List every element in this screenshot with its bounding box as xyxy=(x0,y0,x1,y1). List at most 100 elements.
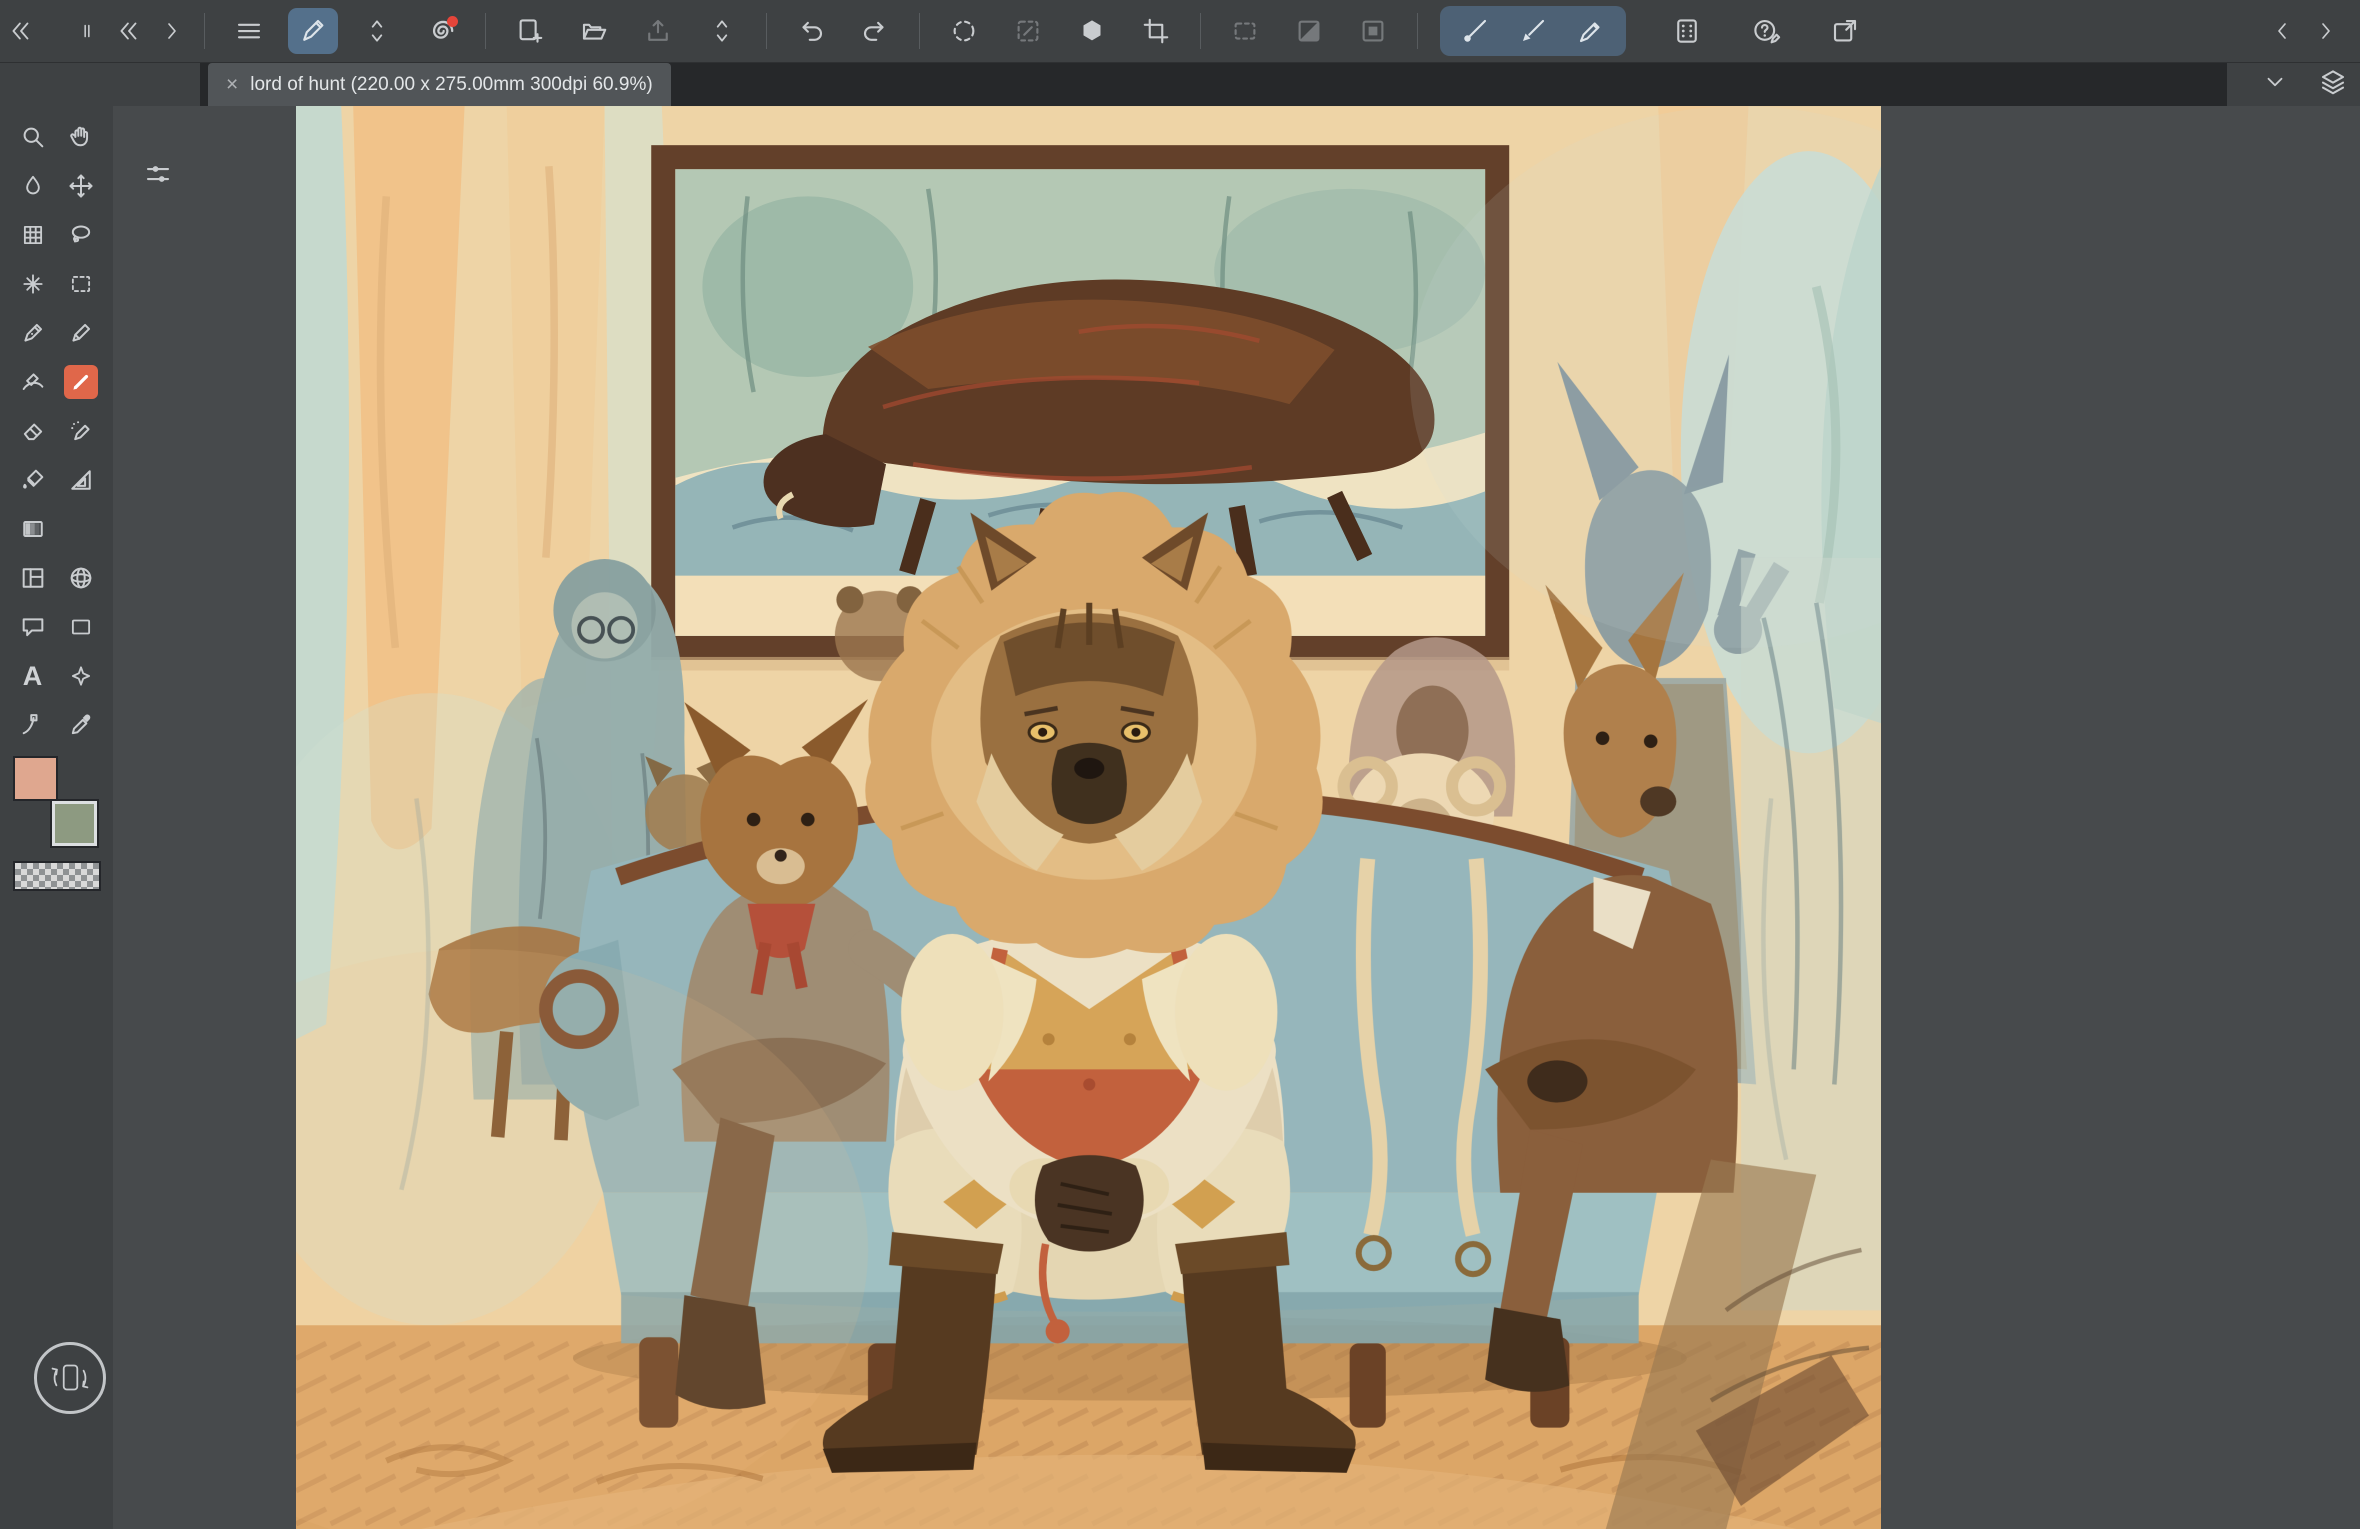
panel-back-button[interactable] xyxy=(112,8,146,54)
notification-dot xyxy=(447,16,458,27)
chevron-up-down-icon xyxy=(364,16,390,46)
frame-crop-button[interactable] xyxy=(1131,8,1181,54)
hand-tool-button[interactable] xyxy=(57,120,105,154)
dashed-square-pen-icon xyxy=(1013,16,1043,46)
canvas-artwork[interactable] xyxy=(296,106,1881,1529)
current-tool-button[interactable] xyxy=(288,8,338,54)
scroll-toolbar-right-button[interactable] xyxy=(2308,8,2342,54)
toolbar-drag-handle[interactable] xyxy=(70,8,104,54)
ruler-tool-button[interactable] xyxy=(57,463,105,497)
filled-shape-icon xyxy=(1077,16,1107,46)
canvas-area[interactable] xyxy=(113,106,2360,1529)
layers-panel-button[interactable] xyxy=(2318,67,2348,102)
main-menu-button[interactable] xyxy=(224,8,274,54)
snap-brush-icon xyxy=(1518,16,1548,46)
selection-pen-button[interactable] xyxy=(1003,8,1053,54)
snap-button-group xyxy=(1440,6,1626,56)
rotate-canvas-button[interactable] xyxy=(34,1342,106,1414)
snap-ruler-button[interactable] xyxy=(1450,8,1500,54)
open-file-button[interactable] xyxy=(569,8,619,54)
frame-border-tool-button[interactable] xyxy=(9,561,57,595)
zoom-tool-button[interactable] xyxy=(9,120,57,154)
text-tool-button[interactable]: A xyxy=(9,659,57,693)
eraser-icon xyxy=(19,417,47,445)
nib-pen-icon xyxy=(19,319,47,347)
sphere-grid-icon xyxy=(67,564,95,592)
auto-select-tool-button[interactable] xyxy=(9,267,57,301)
tab-list-button[interactable] xyxy=(2262,69,2288,100)
layers-icon xyxy=(2318,67,2348,97)
snap-special-ruler-button[interactable] xyxy=(1508,8,1558,54)
document-tab-title: lord of hunt (220.00 x 275.00mm 300dpi 6… xyxy=(250,74,652,96)
balloon-tool-button[interactable] xyxy=(9,610,57,644)
mesh-transform-tool-button[interactable] xyxy=(9,218,57,252)
file-cycle-button[interactable] xyxy=(697,8,747,54)
lasso-icon xyxy=(67,221,95,249)
chevron-right-icon xyxy=(159,19,183,43)
marquee-tool-button[interactable] xyxy=(57,267,105,301)
tab-strip: × lord of hunt (220.00 x 275.00mm 300dpi… xyxy=(200,63,2227,106)
tabbar-controls xyxy=(2262,63,2348,106)
external-window-button[interactable] xyxy=(1820,8,1870,54)
quick-sliders-button[interactable] xyxy=(132,152,184,196)
marker-tool-button[interactable] xyxy=(57,365,105,399)
spinner-icon xyxy=(949,16,979,46)
invert-selection-button[interactable] xyxy=(1284,8,1334,54)
eyedropper-tool-button[interactable] xyxy=(57,708,105,742)
curve-pen-tool-button[interactable] xyxy=(9,365,57,399)
document-tab[interactable]: × lord of hunt (220.00 x 275.00mm 300dpi… xyxy=(208,63,671,106)
pencil-tool-button[interactable] xyxy=(57,316,105,350)
airbrush-tool-button[interactable] xyxy=(57,414,105,448)
triangle-ruler-icon xyxy=(67,466,95,494)
primary-color-swatch[interactable] xyxy=(13,756,58,801)
rectangle-icon xyxy=(68,614,94,640)
perspective-grid-tool-button[interactable] xyxy=(57,561,105,595)
lasso-tool-button[interactable] xyxy=(57,218,105,252)
blend-tool-button[interactable] xyxy=(9,169,57,203)
scroll-toolbar-left-button[interactable] xyxy=(2266,8,2300,54)
close-icon[interactable]: × xyxy=(226,74,238,95)
move-arrows-icon xyxy=(67,172,95,200)
move-tool-button[interactable] xyxy=(57,169,105,203)
handle-icon xyxy=(76,20,98,42)
rotate-device-icon xyxy=(47,1355,93,1401)
redo-button[interactable] xyxy=(850,8,900,54)
vector-line-icon xyxy=(19,711,47,739)
dashed-marquee-icon xyxy=(68,271,94,297)
selected-tool-highlight xyxy=(64,365,98,399)
chevron-up-down-icon xyxy=(709,16,735,46)
bordered-square-icon xyxy=(1358,16,1388,46)
processing-indicator xyxy=(939,8,989,54)
undo-button[interactable] xyxy=(786,8,836,54)
panel-forward-button[interactable] xyxy=(154,8,188,54)
save-export-button[interactable] xyxy=(633,8,683,54)
decoration-tool-button[interactable] xyxy=(57,659,105,693)
airbrush-icon xyxy=(67,417,95,445)
new-file-button[interactable] xyxy=(505,8,555,54)
dashed-rect-icon xyxy=(1230,16,1260,46)
snap-guide-button[interactable] xyxy=(1566,8,1616,54)
gradient-square-icon xyxy=(19,515,47,543)
clip-studio-button[interactable] xyxy=(416,8,466,54)
deselect-button[interactable] xyxy=(1220,8,1270,54)
secondary-color-swatch[interactable] xyxy=(52,801,97,846)
transparent-color-swatch[interactable] xyxy=(13,861,101,891)
tool-cycle-button[interactable] xyxy=(352,8,402,54)
gradient-tool-button[interactable] xyxy=(9,512,57,546)
figure-tool-button[interactable] xyxy=(57,610,105,644)
fill-tool-button[interactable] xyxy=(9,463,57,497)
hamburger-icon xyxy=(234,16,264,46)
eraser-tool-button[interactable] xyxy=(9,414,57,448)
chevron-down-icon xyxy=(2262,69,2288,95)
line-correct-tool-button[interactable] xyxy=(9,708,57,742)
help-button[interactable] xyxy=(1741,8,1791,54)
numeric-pad-button[interactable] xyxy=(1662,8,1712,54)
ink-pen-tool-button[interactable] xyxy=(9,316,57,350)
new-document-icon xyxy=(515,16,545,46)
tool-palette: A xyxy=(0,63,113,1529)
crop-frame-icon xyxy=(1141,16,1171,46)
top-toolbar xyxy=(0,0,2360,63)
panel-collapse-button[interactable] xyxy=(4,8,38,54)
quick-mask-button[interactable] xyxy=(1067,8,1117,54)
selection-border-button[interactable] xyxy=(1348,8,1398,54)
